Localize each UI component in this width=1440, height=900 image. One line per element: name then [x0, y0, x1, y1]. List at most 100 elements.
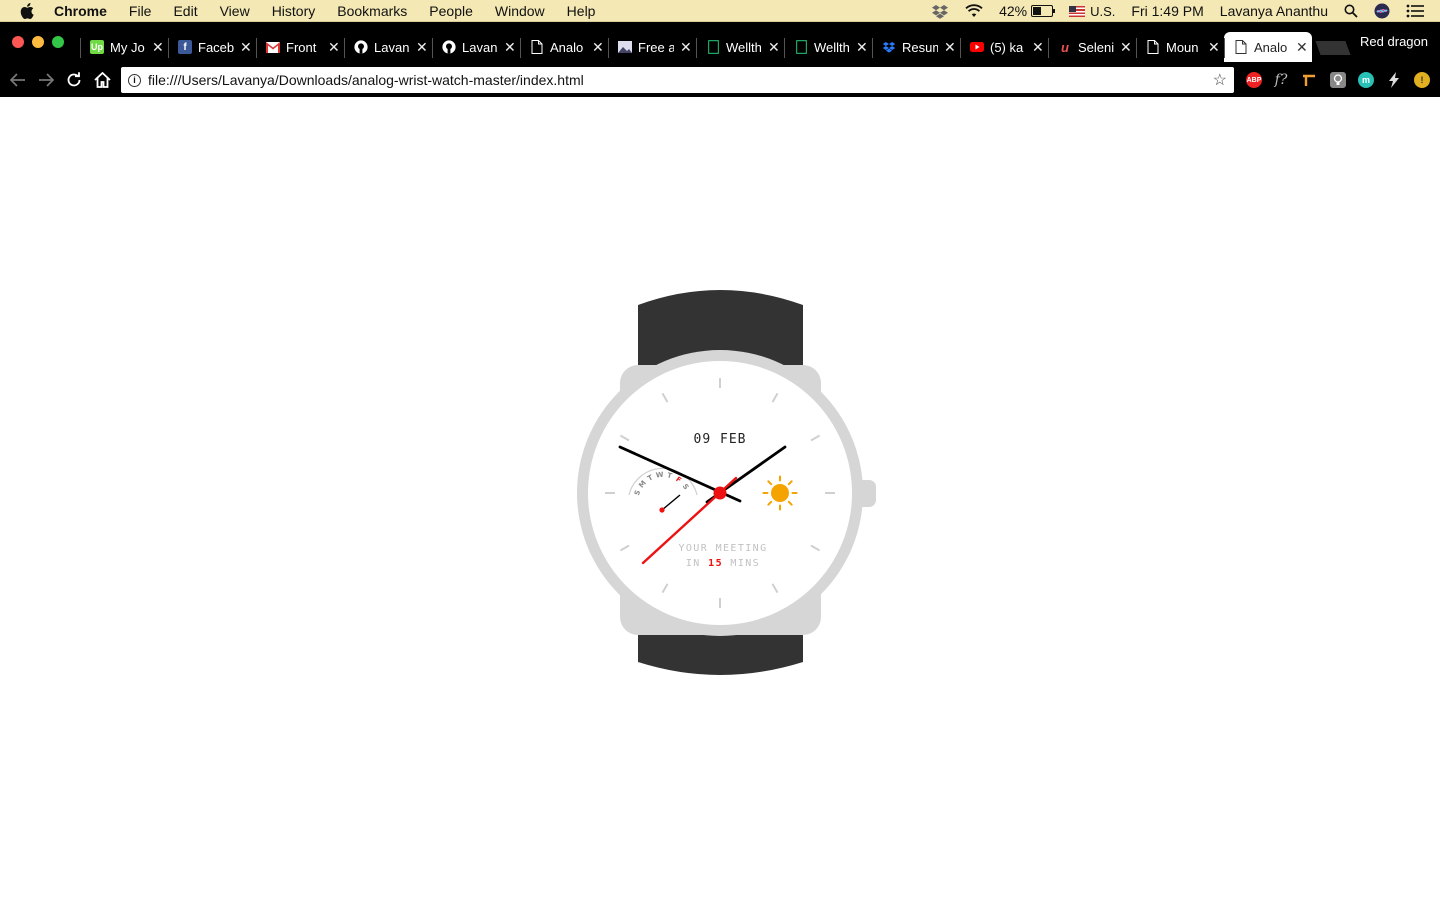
tab-label: Wellth — [726, 39, 762, 55]
zoom-window-button[interactable] — [52, 36, 64, 48]
tab-label: Analo — [550, 39, 584, 55]
apple-icon[interactable] — [20, 2, 36, 19]
tab-close-icon[interactable]: ✕ — [768, 39, 780, 56]
tab-label: Wellth — [814, 39, 850, 55]
tab-close-icon[interactable]: ✕ — [1120, 39, 1132, 56]
bookmark-star-icon[interactable]: ☆ — [1213, 70, 1227, 90]
tab-facebook[interactable]: f Faceb ✕ — [168, 32, 256, 62]
input-source[interactable]: U.S. — [1069, 4, 1115, 19]
gmail-icon — [266, 40, 280, 54]
tab-youtube[interactable]: (5) ka ✕ — [960, 32, 1048, 62]
lightning-extension-icon[interactable] — [1386, 72, 1402, 88]
tab-close-icon[interactable]: ✕ — [328, 39, 340, 56]
tab-close-icon[interactable]: ✕ — [1296, 39, 1308, 56]
battery-percent: 42% — [999, 3, 1028, 19]
tab-analog-active[interactable]: Analo ✕ — [1224, 32, 1312, 62]
tab-close-icon[interactable]: ✕ — [1032, 39, 1044, 56]
menu-bookmarks[interactable]: Bookmarks — [337, 3, 407, 19]
tab-close-icon[interactable]: ✕ — [416, 39, 428, 56]
menu-people[interactable]: People — [429, 3, 473, 19]
watch-center-pin — [713, 486, 727, 500]
browser-toolbar: i file:///Users/Lavanya/Downloads/analog… — [0, 64, 1440, 97]
menu-history[interactable]: History — [272, 3, 316, 19]
close-window-button[interactable] — [12, 36, 24, 48]
menu-window[interactable]: Window — [495, 3, 545, 19]
tab-label: (5) ka — [990, 39, 1024, 55]
meeting-minutes: 15 — [708, 558, 723, 569]
wifi-icon[interactable] — [965, 4, 983, 18]
address-bar[interactable]: i file:///Users/Lavanya/Downloads/analog… — [121, 67, 1234, 93]
siri-icon[interactable] — [1374, 3, 1390, 19]
adblock-plus-icon[interactable]: ABP — [1246, 72, 1262, 88]
tab-free[interactable]: Free a ✕ — [608, 32, 696, 62]
warning-extension-icon[interactable]: ! — [1414, 72, 1430, 88]
image-icon — [618, 40, 632, 54]
tab-wellth-2[interactable]: Wellth ✕ — [784, 32, 872, 62]
tab-wellth-1[interactable]: Wellth ✕ — [696, 32, 784, 62]
tab-close-icon[interactable]: ✕ — [1208, 39, 1220, 56]
menubar-clock[interactable]: Fri 1:49 PM — [1131, 3, 1203, 19]
tab-resume[interactable]: Resum ✕ — [872, 32, 960, 62]
menu-chrome[interactable]: Chrome — [54, 3, 107, 19]
sun-icon — [762, 475, 798, 511]
tab-label: Moun — [1166, 39, 1199, 55]
day-letter: W — [655, 471, 664, 480]
meeting-line-2: IN 15 MINS — [686, 558, 760, 569]
forward-button[interactable] — [35, 69, 57, 91]
menu-view[interactable]: View — [220, 3, 250, 19]
notification-center-icon[interactable] — [1406, 4, 1424, 18]
tab-close-icon[interactable]: ✕ — [240, 39, 252, 56]
lightbulb-extension-icon[interactable] — [1330, 72, 1346, 88]
site-info-icon[interactable]: i — [128, 73, 141, 87]
tab-upwork[interactable]: Up My Jo ✕ — [80, 32, 168, 62]
battery-fill — [1033, 7, 1041, 15]
sheet-icon — [794, 40, 808, 54]
tab-analog-1[interactable]: Analo ✕ — [520, 32, 608, 62]
us-flag-icon — [1069, 5, 1086, 17]
tab-close-icon[interactable]: ✕ — [152, 39, 164, 56]
tab-close-icon[interactable]: ✕ — [592, 39, 604, 56]
tab-label: Resum — [902, 39, 938, 55]
menu-file[interactable]: File — [129, 3, 152, 19]
toolbar-extension-icon[interactable] — [1301, 72, 1317, 88]
tab-close-icon[interactable]: ✕ — [856, 39, 868, 56]
font-finder-icon[interactable]: f? — [1273, 72, 1289, 88]
tab-label: Faceb — [198, 39, 234, 55]
tab-selenium[interactable]: u Seleni ✕ — [1048, 32, 1136, 62]
document-icon — [1146, 40, 1160, 54]
tab-label: Lavan — [462, 39, 498, 55]
address-bar-url[interactable]: file:///Users/Lavanya/Downloads/analog-w… — [148, 72, 584, 88]
back-button[interactable] — [7, 69, 29, 91]
minimize-window-button[interactable] — [32, 36, 44, 48]
battery-status[interactable]: 42% — [999, 3, 1056, 19]
facebook-icon: f — [178, 40, 192, 54]
profile-name[interactable]: Red dragon — [1360, 34, 1428, 49]
date-label: 09 FEB — [694, 432, 747, 447]
menu-help[interactable]: Help — [567, 3, 596, 19]
tab-github-1[interactable]: Lavan ✕ — [344, 32, 432, 62]
tab-github-2[interactable]: Lavan ✕ — [432, 32, 520, 62]
tab-close-icon[interactable]: ✕ — [944, 39, 956, 56]
dropbox-icon[interactable] — [931, 4, 949, 19]
m-extension-icon[interactable]: m — [1358, 72, 1374, 88]
menubar-user[interactable]: Lavanya Ananthu — [1220, 3, 1328, 19]
tab-label: My Jo — [110, 39, 145, 55]
tab-label: Seleni — [1078, 39, 1114, 55]
reload-button[interactable] — [63, 69, 85, 91]
macos-menu-bar: Chrome File Edit View History Bookmarks … — [0, 0, 1440, 22]
new-tab-button[interactable] — [1315, 41, 1351, 55]
tab-gmail[interactable]: Front ✕ — [256, 32, 344, 62]
tab-moun[interactable]: Moun ✕ — [1136, 32, 1224, 62]
input-source-label: U.S. — [1090, 3, 1116, 19]
tab-close-icon[interactable]: ✕ — [504, 39, 516, 56]
youtube-icon — [970, 40, 984, 54]
spotlight-icon[interactable] — [1344, 4, 1358, 18]
tab-close-icon[interactable]: ✕ — [680, 39, 692, 56]
browser-tab-strip: Up My Jo ✕ f Faceb ✕ Front ✕ Lavan ✕ Lav… — [0, 22, 1440, 64]
tab-label: Analo — [1254, 39, 1288, 55]
watch-graphic: 09 FEB SMT W T FS YOUR MEETING IN 15 MINS — [577, 290, 876, 675]
document-icon — [1234, 40, 1248, 54]
menu-edit[interactable]: Edit — [173, 3, 197, 19]
meeting-line-1: YOUR MEETING — [678, 543, 767, 554]
home-button[interactable] — [91, 69, 113, 91]
